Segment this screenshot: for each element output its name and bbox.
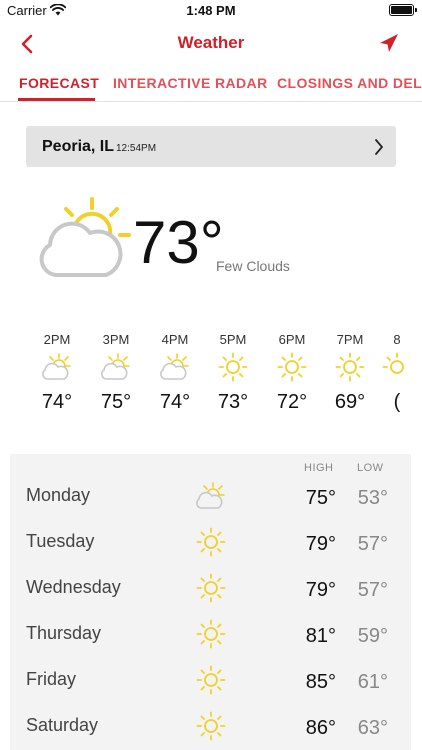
daily-row[interactable]: Tuesday 79° 57° bbox=[10, 521, 411, 567]
daily-row[interactable]: Monday 75° 53° bbox=[10, 475, 411, 521]
daily-row[interactable]: Friday 85° 61° bbox=[10, 659, 411, 705]
daily-forecast: HIGH LOW Monday 75° 53° Tuesday 79° 57° … bbox=[10, 454, 411, 750]
current-temperature: 73° bbox=[133, 209, 224, 276]
hourly-item: 2PM 74° bbox=[27, 330, 87, 414]
day-high-temp: 75° bbox=[305, 487, 336, 509]
day-low-temp: 53° bbox=[357, 487, 388, 509]
sun-icon bbox=[334, 352, 366, 382]
day-name: Thursday bbox=[26, 623, 102, 643]
status-bar: Carrier 1:48 PM bbox=[0, 0, 422, 22]
day-high-temp: 81° bbox=[305, 625, 336, 647]
hour-time: 2PM bbox=[43, 332, 71, 347]
partly-cloudy-icon bbox=[195, 481, 227, 511]
tab-forecast[interactable]: FORECAST bbox=[19, 75, 99, 91]
hourly-item: 4PM 74° bbox=[145, 330, 205, 414]
low-column-header: LOW bbox=[357, 462, 384, 474]
sun-icon bbox=[195, 573, 227, 603]
day-low-temp: 59° bbox=[357, 625, 388, 647]
day-name: Tuesday bbox=[26, 531, 95, 551]
hour-temperature: ( bbox=[393, 391, 401, 413]
day-high-temp: 85° bbox=[305, 671, 336, 693]
hour-time: 5PM bbox=[219, 332, 247, 347]
day-name: Friday bbox=[26, 669, 77, 689]
nav-bar: Weather bbox=[0, 24, 422, 64]
hour-temperature: 72° bbox=[276, 391, 308, 413]
daily-row[interactable]: Thursday 81° 59° bbox=[10, 613, 411, 659]
hour-time: 6PM bbox=[278, 332, 306, 347]
location-updated-time: 12:54PM bbox=[116, 143, 157, 154]
status-time: 1:48 PM bbox=[186, 3, 236, 18]
partly-cloudy-icon bbox=[36, 193, 136, 283]
sun-icon bbox=[276, 352, 308, 382]
hour-temperature: 75° bbox=[100, 391, 132, 413]
chevron-right-icon bbox=[372, 137, 386, 157]
sun-icon bbox=[195, 527, 227, 557]
day-high-temp: 86° bbox=[305, 717, 336, 739]
day-high-temp: 79° bbox=[305, 579, 336, 601]
partly-cloudy-icon bbox=[100, 352, 132, 382]
day-high-temp: 79° bbox=[305, 533, 336, 555]
tab-closings-and-delays[interactable]: CLOSINGS AND DELA bbox=[277, 75, 422, 91]
hourly-item: 5PM 73° bbox=[203, 330, 263, 414]
hour-time: 3PM bbox=[102, 332, 130, 347]
active-tab-indicator bbox=[18, 98, 95, 101]
hourly-item: 8 ( bbox=[367, 330, 422, 414]
hourly-item: 6PM 72° bbox=[262, 330, 322, 414]
day-low-temp: 57° bbox=[357, 579, 388, 601]
hour-time: 4PM bbox=[161, 332, 189, 347]
hourly-forecast[interactable]: 2PM 74° 3PM 75° 4PM 74° 5PM 73° 6PM 72° … bbox=[0, 330, 422, 430]
high-column-header: HIGH bbox=[304, 462, 334, 474]
hour-temperature: 74° bbox=[41, 391, 73, 413]
day-name: Wednesday bbox=[26, 577, 121, 597]
hourly-item: 3PM 75° bbox=[86, 330, 146, 414]
day-low-temp: 57° bbox=[357, 533, 388, 555]
daily-row[interactable]: Wednesday 79° 57° bbox=[10, 567, 411, 613]
sun-icon bbox=[381, 352, 413, 382]
location-city: Peoria, IL bbox=[42, 138, 115, 155]
partly-cloudy-icon bbox=[159, 352, 191, 382]
sun-icon bbox=[217, 352, 249, 382]
day-name: Monday bbox=[26, 485, 91, 505]
partly-cloudy-icon bbox=[41, 352, 73, 382]
day-name: Saturday bbox=[26, 715, 99, 735]
battery-icon bbox=[389, 4, 414, 16]
hour-time: 8 bbox=[393, 332, 401, 347]
day-low-temp: 61° bbox=[357, 671, 388, 693]
sun-icon bbox=[195, 711, 227, 741]
day-low-temp: 63° bbox=[357, 717, 388, 739]
sun-icon bbox=[195, 619, 227, 649]
current-description: Few Clouds bbox=[216, 258, 290, 274]
daily-row[interactable]: Saturday 86° 63° bbox=[10, 705, 411, 750]
battery-tip bbox=[415, 8, 417, 12]
tab-bar: FORECAST INTERACTIVE RADAR CLOSINGS AND … bbox=[0, 64, 422, 102]
hour-temperature: 73° bbox=[217, 391, 249, 413]
location-selector[interactable]: Peoria, IL 12:54PM bbox=[26, 126, 396, 167]
location-arrow-icon[interactable] bbox=[377, 31, 401, 55]
tab-interactive-radar[interactable]: INTERACTIVE RADAR bbox=[113, 75, 268, 91]
page-title: Weather bbox=[177, 33, 245, 52]
sun-icon bbox=[195, 665, 227, 695]
hour-temperature: 74° bbox=[159, 391, 191, 413]
